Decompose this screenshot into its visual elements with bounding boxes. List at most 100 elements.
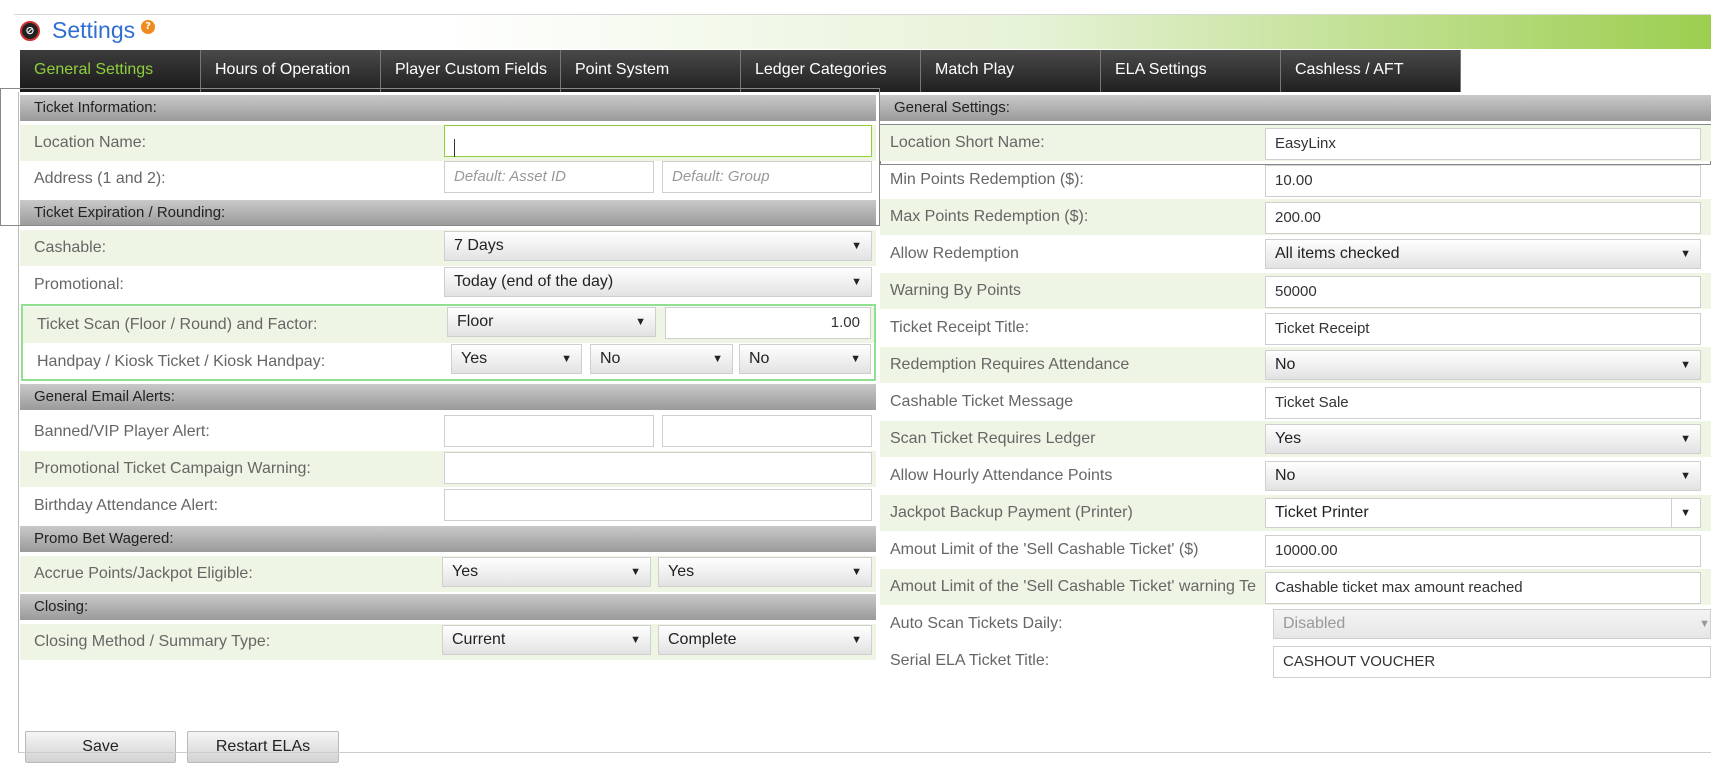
bottom-divider (18, 752, 1711, 753)
section-general-settings: General Settings: (880, 95, 1711, 121)
banned-vip-input-1[interactable] (444, 415, 654, 447)
chevron-down-icon: ▼ (561, 353, 572, 365)
sell-cashable-limit-label: Amout Limit of the 'Sell Cashable Ticket… (890, 541, 1199, 558)
location-name-input[interactable] (444, 125, 872, 157)
location-short-name-label: Location Short Name: (890, 134, 1045, 151)
handpay-label: Handpay / Kiosk Ticket / Kiosk Handpay: (37, 353, 326, 370)
chevron-down-icon: ▼ (630, 566, 641, 578)
closing-method-select[interactable]: Current ▼ (442, 625, 651, 655)
chevron-down-icon: ▼ (1680, 359, 1691, 371)
tab-general-settings[interactable]: General Settings (20, 50, 201, 92)
kiosk-ticket-value: No (600, 350, 621, 367)
chevron-down-icon: ▼ (851, 276, 862, 288)
chevron-down-icon: ▼ (1680, 433, 1691, 445)
min-points-redemption-input[interactable]: 10.00 (1265, 165, 1701, 197)
accrue-points-select[interactable]: Yes ▼ (442, 557, 651, 587)
kiosk-handpay-select[interactable]: No ▼ (739, 344, 871, 374)
banned-vip-label: Banned/VIP Player Alert: (34, 423, 210, 440)
auto-scan-tickets-select[interactable]: Disabled ▼ (1273, 609, 1711, 639)
serial-ela-ticket-title-input[interactable]: CASHOUT VOUCHER (1273, 646, 1711, 678)
handpay-select[interactable]: Yes ▼ (451, 344, 582, 374)
scan-ticket-requires-ledger-label: Scan Ticket Requires Ledger (890, 430, 1096, 447)
birthday-alert-label: Birthday Attendance Alert: (34, 497, 219, 514)
summary-type-select[interactable]: Complete ▼ (658, 625, 872, 655)
cashable-ticket-message-label: Cashable Ticket Message (890, 393, 1074, 410)
tab-hours-of-operation[interactable]: Hours of Operation (201, 50, 381, 92)
promotional-select[interactable]: Today (end of the day) ▼ (444, 267, 872, 297)
accrue-label: Accrue Points/Jackpot Eligible: (34, 565, 253, 582)
serial-ela-ticket-title-label: Serial ELA Ticket Title: (890, 652, 1050, 669)
help-icon[interactable]: ? (141, 20, 155, 34)
accrue-points-value: Yes (452, 563, 479, 580)
section-ticket-expiration: Ticket Expiration / Rounding: (20, 200, 876, 226)
redemption-requires-attendance-label: Redemption Requires Attendance (890, 356, 1130, 373)
chevron-down-icon: ▼ (1680, 507, 1691, 519)
ticket-receipt-title-input[interactable]: Ticket Receipt (1265, 313, 1701, 345)
cashable-label: Cashable: (34, 239, 107, 256)
factor-input[interactable]: 1.00 (665, 307, 871, 339)
jackpot-eligible-select[interactable]: Yes ▼ (658, 557, 872, 587)
chevron-down-icon: ▼ (851, 566, 862, 578)
address-label: Address (1 and 2): (34, 170, 166, 187)
restart-elas-button[interactable]: Restart ELAs (187, 731, 339, 763)
promo-ticket-warning-input[interactable] (444, 452, 872, 484)
chevron-down-icon: ▼ (851, 634, 862, 646)
section-closing: Closing: (20, 594, 876, 620)
summary-type-value: Complete (668, 631, 737, 648)
tab-ledger-categories[interactable]: Ledger Categories (741, 50, 921, 92)
tab-ela-settings[interactable]: ELA Settings (1101, 50, 1281, 92)
jackpot-eligible-value: Yes (668, 563, 695, 580)
location-short-name-input[interactable]: EasyLinx (1265, 128, 1701, 160)
chevron-down-icon: ▼ (1680, 470, 1691, 482)
allow-redemption-select[interactable]: All items checked ▼ (1265, 239, 1701, 269)
allow-hourly-attendance-select[interactable]: No ▼ (1265, 461, 1701, 491)
save-button[interactable]: Save (25, 731, 176, 763)
tab-point-system[interactable]: Point System (561, 50, 741, 92)
tab-cashless-aft[interactable]: Cashless / AFT (1281, 50, 1461, 92)
sell-cashable-warning-input[interactable]: Cashable ticket max amount reached (1265, 572, 1701, 604)
scan-ticket-requires-ledger-select[interactable]: Yes ▼ (1265, 424, 1701, 454)
banned-vip-input-2[interactable] (662, 415, 872, 447)
ticket-scan-value: Floor (457, 313, 494, 330)
chevron-down-icon: ▼ (635, 316, 646, 328)
max-points-redemption-input[interactable]: 200.00 (1265, 202, 1701, 234)
kiosk-ticket-select[interactable]: No ▼ (590, 344, 733, 374)
redemption-requires-attendance-select[interactable]: No ▼ (1265, 350, 1701, 380)
promotional-label: Promotional: (34, 276, 124, 293)
handpay-value: Yes (461, 350, 488, 367)
address1-input[interactable]: Default: Asset ID (444, 161, 654, 193)
warning-by-points-input[interactable]: 50000 (1265, 276, 1701, 308)
kiosk-handpay-value: No (749, 350, 770, 367)
location-name-label: Location Name: (34, 134, 147, 151)
chevron-down-icon: ▼ (1699, 618, 1710, 630)
auto-scan-tickets-label: Auto Scan Tickets Daily: (890, 615, 1063, 632)
birthday-alert-input[interactable] (444, 489, 872, 521)
warning-by-points-label: Warning By Points (890, 282, 1022, 299)
cashable-ticket-message-input[interactable]: Ticket Sale (1265, 387, 1701, 419)
app-logo-icon: ⊘ (20, 21, 40, 41)
jackpot-backup-payment-value: Ticket Printer (1275, 504, 1369, 521)
chevron-down-icon: ▼ (850, 353, 861, 365)
address2-input[interactable]: Default: Group (662, 161, 872, 193)
ticket-scan-select[interactable]: Floor ▼ (447, 307, 656, 337)
tab-player-custom-fields[interactable]: Player Custom Fields (381, 50, 561, 92)
text-cursor (454, 139, 455, 157)
tab-match-play[interactable]: Match Play (921, 50, 1101, 92)
cashable-value: 7 Days (454, 237, 504, 254)
section-ticket-information: Ticket Information: (20, 95, 876, 121)
min-points-redemption-label: Min Points Redemption ($): (890, 171, 1084, 188)
section-promo-bet-wagered: Promo Bet Wagered: (20, 526, 876, 552)
ticket-scan-label: Ticket Scan (Floor / Round) and Factor: (37, 316, 318, 333)
section-general-email-alerts: General Email Alerts: (20, 384, 876, 410)
allow-redemption-label: Allow Redemption (890, 245, 1019, 262)
auto-scan-tickets-value: Disabled (1283, 615, 1346, 632)
sell-cashable-limit-input[interactable]: 10000.00 (1265, 535, 1701, 567)
chevron-down-icon: ▼ (851, 240, 862, 252)
allow-hourly-attendance-label: Allow Hourly Attendance Points (890, 467, 1113, 484)
chevron-down-icon: ▼ (630, 634, 641, 646)
allow-hourly-attendance-value: No (1275, 467, 1296, 484)
sell-cashable-warning-label: Amout Limit of the 'Sell Cashable Ticket… (890, 578, 1256, 595)
max-points-redemption-label: Max Points Redemption ($): (890, 208, 1089, 225)
jackpot-backup-payment-select[interactable]: Ticket Printer ▼ (1265, 498, 1701, 528)
cashable-select[interactable]: 7 Days ▼ (444, 231, 872, 261)
